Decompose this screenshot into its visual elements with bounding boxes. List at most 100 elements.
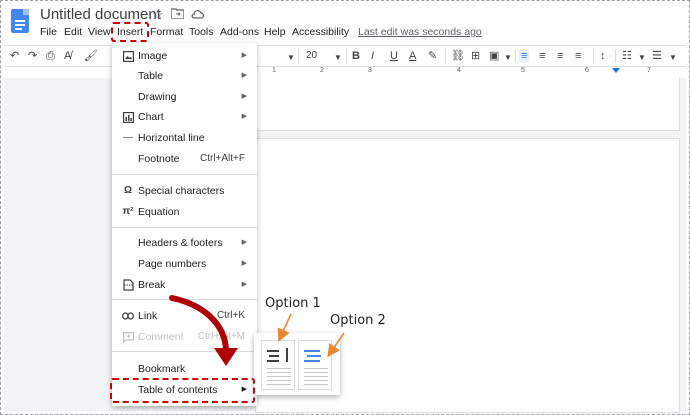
ruler-tick: 7 bbox=[647, 67, 651, 74]
menu-view[interactable]: View bbox=[88, 26, 111, 38]
menu-item-link[interactable]: Link Ctrl+K bbox=[112, 307, 257, 325]
font-dropdown-chevron-icon[interactable]: ▼ bbox=[287, 51, 295, 65]
right-indent-marker[interactable] bbox=[612, 68, 620, 73]
menu-item-equation[interactable]: π² Equation bbox=[112, 203, 257, 221]
menu-addons[interactable]: Add-ons bbox=[220, 26, 259, 38]
menu-item-table[interactable]: Table ▶ bbox=[112, 67, 257, 85]
menu-item-label: Drawing bbox=[138, 91, 177, 103]
ruler[interactable]: 1 2 3 4 5 6 7 bbox=[255, 66, 685, 78]
menu-item-headers-footers[interactable]: Headers & footers ▶ bbox=[112, 234, 257, 252]
submenu-arrow-icon: ▶ bbox=[241, 239, 247, 246]
menu-item-footnote[interactable]: Footnote Ctrl+Alt+F bbox=[112, 150, 257, 168]
italic-button[interactable]: I bbox=[371, 49, 374, 63]
menu-item-special-characters[interactable]: Ω Special characters bbox=[112, 182, 257, 200]
toc-with-page-numbers-option[interactable] bbox=[261, 340, 295, 390]
menu-item-label: Headers & footers bbox=[138, 237, 223, 249]
table-of-contents-highlight bbox=[110, 378, 255, 403]
folder-move-icon[interactable] bbox=[170, 7, 185, 23]
break-icon bbox=[121, 276, 135, 298]
star-icon[interactable]: ☆ bbox=[152, 7, 164, 23]
submenu-arrow-icon: ▶ bbox=[241, 260, 247, 267]
table-of-contents-submenu bbox=[254, 333, 340, 395]
ruler-tick: 6 bbox=[585, 67, 589, 74]
document-page[interactable] bbox=[255, 78, 680, 131]
chart-icon bbox=[121, 108, 135, 130]
insert-image-icon[interactable]: ▣ bbox=[489, 49, 499, 63]
option-1-label: Option 1 bbox=[265, 296, 321, 311]
submenu-arrow-icon: ▶ bbox=[241, 113, 247, 120]
menu-tools[interactable]: Tools bbox=[189, 26, 214, 38]
paint-format-icon[interactable]: 🖌 bbox=[84, 49, 98, 63]
menu-item-label: Horizontal line bbox=[138, 132, 205, 144]
menu-item-label: Chart bbox=[138, 111, 164, 123]
menu-item-break[interactable]: Break ▶ bbox=[112, 276, 257, 294]
docs-logo-icon[interactable] bbox=[11, 9, 29, 33]
checklist-chevron-icon[interactable]: ▼ bbox=[638, 51, 646, 65]
align-right-icon[interactable]: ≡ bbox=[557, 49, 563, 63]
justify-icon[interactable]: ≡ bbox=[575, 49, 581, 63]
menu-item-horizontal-line[interactable]: — Horizontal line bbox=[112, 129, 257, 147]
align-center-icon[interactable]: ≡ bbox=[539, 49, 545, 63]
menu-item-chart[interactable]: Chart ▶ bbox=[112, 108, 257, 126]
option-2-label: Option 2 bbox=[330, 313, 386, 328]
cloud-status-icon[interactable] bbox=[191, 7, 204, 23]
ruler-tick: 1 bbox=[272, 67, 276, 74]
last-edit-link[interactable]: Last edit was seconds ago bbox=[358, 26, 482, 38]
menu-accessibility[interactable]: Accessibility bbox=[292, 26, 349, 38]
redo-icon[interactable]: ↷ bbox=[28, 49, 37, 63]
text-color-button[interactable]: A bbox=[409, 49, 416, 63]
document-title[interactable]: Untitled document bbox=[40, 6, 161, 23]
menu-item-label: Footnote bbox=[138, 153, 180, 165]
menu-item-drawing[interactable]: Drawing ▶ bbox=[112, 88, 257, 106]
ruler-tick: 4 bbox=[457, 67, 461, 74]
menu-item-label: Special characters bbox=[138, 185, 225, 197]
bulleted-list-icon[interactable]: ☰ bbox=[652, 49, 662, 63]
line-spacing-icon[interactable]: ↕ bbox=[600, 49, 606, 63]
menu-item-label: Equation bbox=[138, 206, 180, 218]
menu-item-label: Bookmark bbox=[138, 363, 186, 375]
menu-item-comment: Comment Ctrl+Alt+M bbox=[112, 328, 257, 346]
toc-with-blue-links-option[interactable] bbox=[298, 340, 332, 390]
undo-icon[interactable]: ↶ bbox=[10, 49, 19, 63]
menu-item-page-numbers[interactable]: Page numbers ▶ bbox=[112, 255, 257, 273]
toolbar: ↶ ↷ ⎙ A̸ 🖌 ▼ 20 ▼ B I U A ✎ ⛓ ⊞ ▣ ▼ ≡ ≡ … bbox=[4, 45, 686, 67]
menu-format[interactable]: Format bbox=[150, 26, 183, 38]
checklist-icon[interactable]: ☷ bbox=[622, 49, 632, 63]
font-size-chevron-icon[interactable]: ▼ bbox=[334, 51, 342, 65]
menu-help[interactable]: Help bbox=[264, 26, 286, 38]
image-icon bbox=[121, 47, 135, 69]
insert-menu: Image ▶ Table ▶ Drawing ▶ Chart ▶ — Hori… bbox=[112, 43, 257, 406]
shortcut-label: Ctrl+Alt+F bbox=[199, 153, 245, 164]
insert-menu-highlight bbox=[111, 22, 149, 42]
menu-item-bookmark[interactable]: Bookmark bbox=[112, 360, 257, 378]
menu-edit[interactable]: Edit bbox=[64, 26, 82, 38]
menu-item-label: Comment bbox=[138, 331, 184, 343]
font-size-field[interactable]: 20 bbox=[306, 49, 317, 63]
submenu-arrow-icon: ▶ bbox=[241, 72, 247, 79]
menu-item-label: Break bbox=[138, 279, 166, 291]
align-left-icon[interactable]: ≡ bbox=[519, 49, 530, 63]
ruler-tick: 5 bbox=[521, 67, 525, 74]
menu-item-label: Page numbers bbox=[138, 258, 207, 270]
print-icon[interactable]: ⎙ bbox=[46, 49, 55, 63]
horizontal-line-icon: — bbox=[123, 132, 133, 143]
menu-item-image[interactable]: Image ▶ bbox=[112, 47, 257, 65]
pi-icon: π² bbox=[122, 206, 134, 217]
submenu-arrow-icon: ▶ bbox=[241, 93, 247, 100]
omega-icon: Ω bbox=[123, 185, 133, 196]
ruler-tick: 3 bbox=[368, 67, 372, 74]
underline-button[interactable]: U bbox=[390, 49, 398, 63]
submenu-arrow-icon: ▶ bbox=[241, 52, 247, 59]
add-comment-icon[interactable]: ⊞ bbox=[471, 49, 480, 63]
spellcheck-icon[interactable]: A̸ bbox=[64, 49, 71, 63]
shortcut-label: Ctrl+Alt+M bbox=[197, 331, 245, 342]
comment-icon bbox=[121, 328, 135, 350]
bold-button[interactable]: B bbox=[352, 49, 360, 63]
bullet-chevron-icon[interactable]: ▼ bbox=[669, 51, 677, 65]
image-chevron-icon[interactable]: ▼ bbox=[504, 51, 512, 65]
shortcut-label: Ctrl+K bbox=[216, 310, 245, 321]
menu-file[interactable]: File bbox=[40, 26, 57, 38]
insert-link-icon[interactable]: ⛓ bbox=[451, 49, 465, 63]
ruler-tick: 2 bbox=[320, 67, 324, 74]
highlight-pen-icon[interactable]: ✎ bbox=[428, 49, 437, 63]
